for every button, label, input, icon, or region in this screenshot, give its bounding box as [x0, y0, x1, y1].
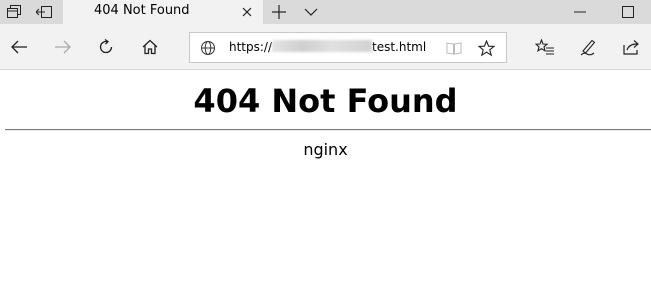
tab-active[interactable]: 404 Not Found: [63, 0, 263, 24]
refresh-icon[interactable]: [91, 32, 121, 62]
home-icon[interactable]: [135, 32, 165, 62]
back-arrow-icon[interactable]: [4, 32, 34, 62]
horizontal-rule: [5, 129, 651, 131]
globe-icon: [200, 40, 216, 56]
address-url-prefix: https://: [229, 40, 273, 54]
tab-manager-icon[interactable]: [0, 0, 28, 24]
page-title: 404 Not Found: [193, 82, 458, 120]
tab-title: 404 Not Found: [94, 3, 190, 18]
address-bar[interactable]: https:// test.html: [189, 32, 507, 63]
plus-icon[interactable]: [266, 0, 292, 24]
reading-view-icon[interactable]: [445, 39, 463, 57]
chevron-down-icon[interactable]: [298, 0, 324, 24]
page-content: 404 Not Found nginx: [0, 71, 651, 304]
navigation-bar: https:// test.html: [0, 24, 651, 70]
pen-icon[interactable]: [574, 32, 604, 62]
close-icon[interactable]: [235, 0, 259, 24]
share-icon[interactable]: [617, 32, 647, 62]
address-url-suffix: test.html: [372, 40, 427, 54]
maximize-icon[interactable]: [605, 0, 651, 24]
redacted-domain: [272, 40, 373, 52]
forward-arrow-icon[interactable]: [48, 32, 78, 62]
address-url[interactable]: https:// test.html: [229, 39, 426, 55]
set-aside-tabs-icon[interactable]: [30, 0, 58, 24]
server-name: nginx: [303, 140, 348, 159]
star-icon[interactable]: [476, 39, 496, 57]
favorites-hub-icon[interactable]: [530, 32, 560, 62]
tab-strip: 404 Not Found: [0, 0, 651, 24]
minimize-icon[interactable]: [557, 0, 603, 24]
